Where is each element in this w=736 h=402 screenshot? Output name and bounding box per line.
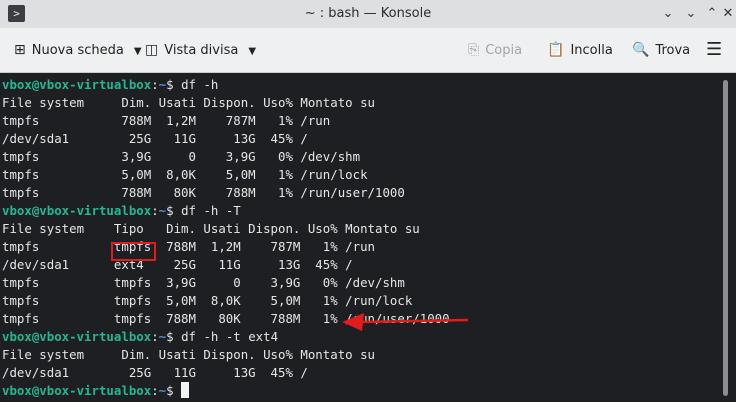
prompt-user-host: vbox@vbox-virtualbox bbox=[2, 203, 152, 218]
command-line: vbox@vbox-virtualbox:~$ bbox=[2, 382, 190, 400]
output-line: /dev/sda1 25G 11G 13G 45% / bbox=[2, 365, 308, 380]
prompt-symbol: $ bbox=[166, 203, 174, 218]
prompt-symbol: $ bbox=[166, 329, 174, 344]
output-line: File system Tipo Dim. Usati Dispon. Uso%… bbox=[2, 221, 420, 236]
copy-icon: ⎘ bbox=[468, 42, 480, 58]
copy-label: Copia bbox=[485, 43, 523, 58]
output-line: File system Dim. Usati Dispon. Uso% Mont… bbox=[2, 347, 375, 362]
chevron-down-icon: ▼ bbox=[133, 46, 142, 57]
output-line: tmpfs 788M 1,2M 787M 1% /run bbox=[2, 113, 331, 128]
paste-label: Incolla bbox=[570, 43, 613, 58]
paste-button[interactable]: 📋 Incolla bbox=[547, 28, 613, 72]
window-title: ~ : bash — Konsole bbox=[304, 6, 432, 21]
toolbar: ⊞ Nuova scheda ▼ ◫ Vista divisa ▼ ⎘ Copia 📋 In… bbox=[0, 28, 736, 73]
command-line: vbox@vbox-virtualbox:~$ df -h bbox=[2, 76, 218, 94]
prompt-separator: : bbox=[151, 329, 159, 344]
output-line: tmpfs tmpfs 788M 80K 788M 1% /run/user/1… bbox=[2, 311, 450, 326]
output-line: /dev/sda1 ext4 25G 11G 13G 45% / bbox=[2, 257, 353, 272]
highlight-box-annotation bbox=[111, 242, 156, 261]
output-line: tmpfs tmpfs 5,0M 8,0K 5,0M 1% /run/lock bbox=[2, 293, 413, 308]
prompt-separator: : bbox=[151, 203, 159, 218]
output-line: tmpfs 5,0M 8,0K 5,0M 1% /run/lock bbox=[2, 167, 368, 182]
split-view-icon: ◫ bbox=[145, 42, 159, 58]
scrollbar[interactable] bbox=[723, 80, 728, 396]
new-tab-button[interactable]: ⊞ Nuova scheda ▼ bbox=[14, 28, 142, 72]
terminal-output[interactable]: vbox@vbox-virtualbox:~$ df -h File system… bbox=[0, 73, 736, 402]
prompt-symbol: $ bbox=[166, 77, 174, 92]
prompt-separator: : bbox=[151, 77, 159, 92]
search-icon: 🔍 bbox=[632, 42, 650, 58]
find-label: Trova bbox=[655, 43, 691, 58]
title-bar: > ~ : bash — Konsole ⌄ ⌄ ⌃ ✕ bbox=[0, 0, 736, 28]
output-line: /dev/sda1 25G 11G 13G 45% / bbox=[2, 131, 308, 146]
command-line: vbox@vbox-virtualbox:~$ df -h -t ext4 bbox=[2, 328, 278, 346]
copy-button[interactable]: ⎘ Copia bbox=[468, 28, 522, 72]
chevron-down-icon[interactable]: ⌄ bbox=[656, 0, 680, 28]
find-button[interactable]: 🔍 Trova bbox=[632, 28, 690, 72]
chevron-down-icon: ▼ bbox=[248, 46, 257, 57]
output-line: File system Dim. Usati Dispon. Uso% Mont… bbox=[2, 95, 375, 110]
split-view-label: Vista divisa bbox=[164, 43, 239, 58]
prompt-user-host: vbox@vbox-virtualbox bbox=[2, 77, 152, 92]
prompt-user-host: vbox@vbox-virtualbox bbox=[2, 383, 152, 398]
output-line: tmpfs 3,9G 0 3,9G 0% /dev/shm bbox=[2, 149, 361, 164]
prompt-user-host: vbox@vbox-virtualbox bbox=[2, 329, 152, 344]
prompt-symbol: $ bbox=[166, 383, 174, 398]
paste-icon: 📋 bbox=[547, 42, 565, 58]
command-text bbox=[174, 383, 181, 398]
output-line: tmpfs 788M 80K 788M 1% /run/user/1000 bbox=[2, 185, 405, 200]
command-line: vbox@vbox-virtualbox:~$ df -h -T bbox=[2, 202, 241, 220]
split-view-button[interactable]: ◫ Vista divisa ▼ bbox=[145, 28, 256, 72]
command-text: df -h bbox=[173, 77, 219, 92]
close-icon[interactable]: ✕ bbox=[716, 0, 736, 28]
text-cursor bbox=[181, 382, 190, 398]
new-tab-label: Nuova scheda bbox=[31, 43, 124, 58]
output-line: tmpfs tmpfs 788M 1,2M 787M 1% /run bbox=[2, 239, 375, 254]
command-text: df -h -t ext4 bbox=[173, 329, 279, 344]
new-tab-icon: ⊞ bbox=[14, 42, 26, 58]
prompt-separator: : bbox=[151, 383, 159, 398]
output-line: tmpfs tmpfs 3,9G 0 3,9G 0% /dev/shm bbox=[2, 275, 405, 290]
hamburger-menu-icon[interactable]: ☰ bbox=[706, 28, 722, 72]
command-text: df -h -T bbox=[173, 203, 241, 218]
